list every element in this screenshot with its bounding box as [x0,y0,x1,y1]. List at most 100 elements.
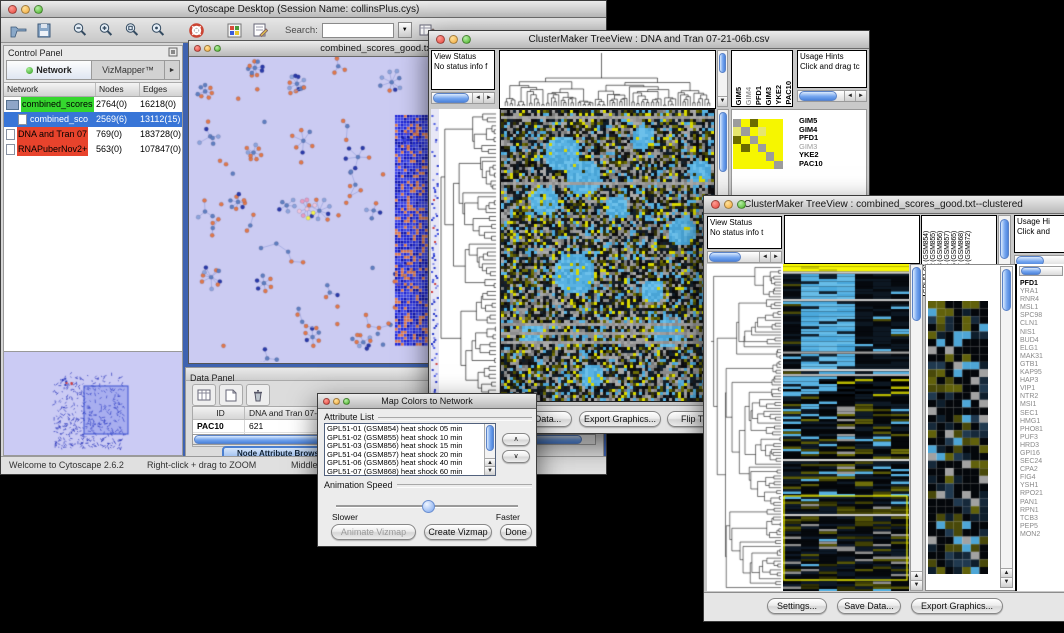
tv1-column-label[interactable]: GIM3 [764,87,773,105]
tv2-gene-label[interactable]: CPA2 [1020,466,1043,474]
main-titlebar[interactable]: Cytoscape Desktop (Session Name: collins… [1,1,606,18]
scroll-down-arrow[interactable]: ▼ [911,580,922,590]
tv2-gene-label[interactable]: HMG1 [1020,418,1043,426]
attr-col-id[interactable]: ID [193,407,245,419]
listbox-vscroll[interactable]: ▲ ▼ [484,424,495,475]
dialog-titlebar[interactable]: Map Colors to Network [318,394,536,409]
slider-thumb[interactable] [422,500,435,513]
tv2-gene-label[interactable]: SEC1 [1020,410,1043,418]
network-table-row[interactable]: RNAPuberNov2+563(0)107847(0) [4,142,182,157]
tv2-gene-label[interactable]: SPC98 [1020,312,1043,320]
scroll-right-arrow[interactable]: ► [855,91,866,101]
tv2-gene-label[interactable]: YRA1 [1020,288,1043,296]
scroll-down-arrow[interactable]: ▼ [718,96,727,106]
tv2-titlebar[interactable]: ClusterMaker TreeView : combined_scores_… [704,196,1064,214]
tv1-heatmap[interactable] [500,109,715,402]
zoom-window-button[interactable] [462,35,471,44]
attribute-list-item[interactable]: GPL51-07 (GSM868) heat shock 60 min [327,468,493,477]
tab-network[interactable]: Network [7,61,92,79]
zoom-fit-icon[interactable] [121,20,143,40]
tv1-status-hscroll[interactable]: ◄ ► [431,92,495,104]
tv2-button-export-graphics-[interactable]: Export Graphics... [911,598,1003,614]
scroll-thumb[interactable] [709,252,741,262]
animation-speed-slider[interactable] [336,500,518,512]
tv2-heatmap[interactable] [783,264,909,591]
tv2-row-dendrogram[interactable] [707,264,783,591]
minimize-button[interactable] [21,5,30,14]
tv1-column-label[interactable]: PFD1 [754,86,763,105]
tv1-column-label[interactable]: YKE2 [774,85,783,105]
scroll-down-arrow[interactable]: ▼ [485,466,495,475]
col-header-edges[interactable]: Edges [140,83,182,96]
tv2-detail-vscroll[interactable]: ▲ ▼ [1000,266,1013,588]
scroll-left-arrow[interactable]: ◄ [844,91,855,101]
scroll-thumb[interactable] [799,91,837,101]
tab-overflow-arrow[interactable]: ► [165,61,179,79]
network-table-row[interactable]: combined_scores2764(0)16218(0) [4,97,182,112]
zoom-window-button[interactable] [343,398,350,405]
tab-vizmapper[interactable]: VizMapper™ [92,61,165,79]
search-input[interactable] [322,23,394,38]
scroll-thumb[interactable] [1002,269,1011,311]
tv2-gene-label[interactable]: NIS1 [1020,329,1043,337]
help-lifebuoy-icon[interactable] [185,20,207,40]
tv2-detail-heatmap[interactable] [928,301,988,574]
minimize-button[interactable] [449,35,458,44]
zoom-selected-icon[interactable] [147,20,169,40]
close-button[interactable] [194,45,201,52]
tv1-label-vscroll[interactable]: ▼ [717,50,728,107]
zoom-window-button[interactable] [214,45,221,52]
annotation-icon[interactable] [249,20,271,40]
vizmapper-icon[interactable] [223,20,245,40]
tv2-gene-label[interactable]: YSH1 [1020,482,1043,490]
network-table-row[interactable]: DNA and Tran 07769(0)183728(0) [4,127,182,142]
move-up-button[interactable]: ∧ [502,433,530,446]
tv1-button-export-graphics-[interactable]: Export Graphics... [579,411,661,427]
zoom-window-button[interactable] [34,5,43,14]
tv2-gene-label[interactable]: ELG1 [1020,345,1043,353]
tv1-column-label[interactable]: PAC10 [784,81,793,105]
scroll-thumb[interactable] [433,93,469,103]
tv2-button-save-data-[interactable]: Save Data... [837,598,901,614]
tv2-button-settings-[interactable]: Settings... [767,598,827,614]
minimize-button[interactable] [204,45,211,52]
close-button[interactable] [711,200,720,209]
tv1-global-pixel-strip[interactable] [431,109,439,399]
tv2-gene-label[interactable]: MSI1 [1020,401,1043,409]
tv2-gene-label[interactable]: PHO81 [1020,426,1043,434]
tv2-gene-label[interactable]: PFD1 [1020,280,1043,288]
network-overview-canvas[interactable] [4,352,182,454]
scroll-thumb[interactable] [719,112,727,172]
tv1-column-label[interactable]: GIM4 [744,87,753,105]
col-header-network[interactable]: Network [4,83,96,96]
open-session-icon[interactable] [7,20,29,40]
tv2-gene-label[interactable]: RPN1 [1020,507,1043,515]
tv1-column-label[interactable]: GIM5 [734,87,743,105]
tv2-column-dendrogram-pane[interactable] [784,215,920,264]
attribute-list-item[interactable]: GPL51-04 (GSM857) heat shock 20 min [327,451,493,460]
tv2-gene-label[interactable]: FIG4 [1020,474,1043,482]
tv2-gene-label[interactable]: GPI16 [1020,450,1043,458]
attribute-list-item[interactable]: GPL51-06 (GSM865) heat shock 40 min [327,459,493,468]
search-dropdown-button[interactable]: ▼ [398,22,412,38]
scroll-left-arrow[interactable]: ◄ [759,252,770,262]
tv2-gene-label[interactable]: TCB3 [1020,515,1043,523]
tv2-gene-label[interactable]: PAN1 [1020,499,1043,507]
scroll-thumb[interactable] [1021,267,1041,275]
zoom-window-button[interactable] [737,200,746,209]
tv2-gene-label[interactable]: RNR4 [1020,296,1043,304]
scroll-right-arrow[interactable]: ► [770,252,781,262]
delete-attribute-icon[interactable] [246,384,270,406]
attribute-list-item[interactable]: GPL51-03 (GSM856) heat shock 15 min [327,442,493,451]
select-attributes-icon[interactable] [192,384,216,406]
close-button[interactable] [436,35,445,44]
tv2-status-hscroll[interactable]: ◄ ► [707,251,782,263]
tv1-hints-hscroll[interactable]: ◄ ► [797,90,867,102]
scroll-left-arrow[interactable]: ◄ [472,93,483,103]
network-table-row[interactable]: combined_sco2569(6)13112(15) [4,112,182,127]
tv2-gene-label[interactable]: PEP5 [1020,523,1043,531]
tv2-gene-label[interactable]: GTB1 [1020,361,1043,369]
create-vizmap-button[interactable]: Create Vizmap [424,524,492,540]
attribute-listbox[interactable]: GPL51-01 (GSM854) heat shock 05 minGPL51… [324,423,496,476]
scroll-down-arrow[interactable]: ▼ [1001,577,1012,587]
